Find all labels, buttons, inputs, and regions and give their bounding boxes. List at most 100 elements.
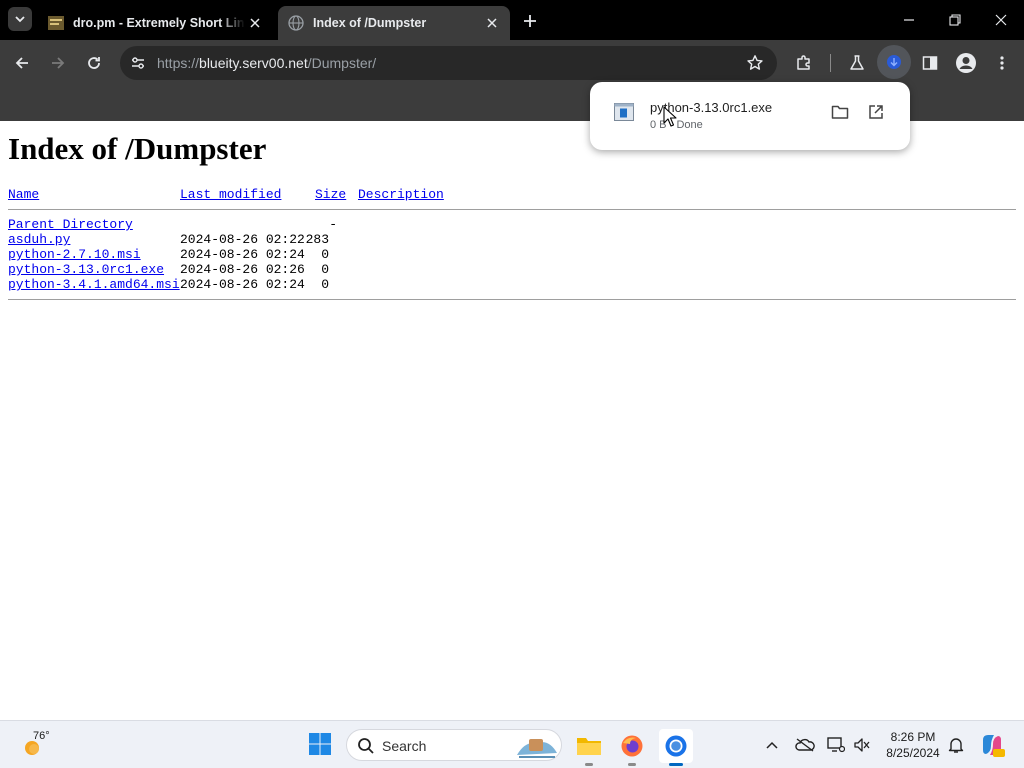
url-scheme: https://: [157, 55, 200, 71]
sort-by-modified-link[interactable]: Last modified: [180, 187, 281, 202]
puzzle-icon: [797, 55, 810, 70]
sort-by-size-link[interactable]: Size: [315, 187, 346, 202]
listing-rows: Parent Directory - asduh.py 2024-08-26 0…: [8, 217, 1016, 292]
minimize-button[interactable]: [895, 6, 923, 34]
windows-logo-icon: [309, 733, 331, 755]
flask-icon: [850, 55, 864, 70]
onedrive-tray-icon[interactable]: [795, 735, 815, 755]
file-size: 0: [321, 262, 329, 277]
sort-by-description-link[interactable]: Description: [358, 187, 444, 202]
copilot-icon: [983, 735, 1005, 757]
reload-button[interactable]: [81, 50, 107, 76]
file-modified: 2024-08-26 02:26: [180, 262, 305, 277]
folder-icon: [831, 105, 849, 119]
file-link[interactable]: python-3.4.1.amd64.msi: [8, 277, 180, 292]
dro-pm-favicon-icon: [48, 16, 64, 30]
file-modified: 2024-08-26 02:22: [180, 232, 305, 247]
bell-icon: [948, 738, 964, 753]
chevron-up-icon: [766, 741, 778, 749]
parent-directory-row: Parent Directory -: [8, 217, 1016, 232]
search-highlight-icon: [517, 739, 557, 758]
file-link[interactable]: asduh.py: [8, 232, 70, 247]
chevron-down-icon: [15, 16, 25, 23]
page-content: Index of /Dumpster Name Last modified Si…: [0, 121, 1024, 720]
side-panel-button[interactable]: [917, 50, 943, 76]
download-icon: [887, 55, 901, 69]
listing-header-row: Name Last modified Size Description: [8, 187, 1016, 202]
exe-file-icon: [614, 103, 634, 121]
search-label: Search: [382, 738, 427, 754]
file-size: 0: [321, 277, 329, 292]
open-external-icon: [869, 105, 883, 119]
minimize-icon: [904, 19, 914, 21]
bookmark-star-icon[interactable]: [745, 53, 765, 73]
avatar-icon: [956, 53, 976, 73]
show-in-folder-button[interactable]: [830, 102, 850, 122]
file-modified: 2024-08-26 02:24: [180, 277, 305, 292]
clock-date: 8/25/2024: [886, 746, 940, 760]
notifications-button[interactable]: [946, 735, 966, 755]
tab-search-button[interactable]: [8, 7, 32, 31]
file-row: python-2.7.10.msi 2024-08-26 02:24 0: [8, 247, 1016, 262]
menu-button[interactable]: [989, 50, 1015, 76]
arrow-left-icon: [15, 57, 28, 69]
weather-temperature: 76°: [33, 730, 50, 742]
network-tray-icon[interactable]: [826, 735, 846, 755]
taskbar-firefox[interactable]: [615, 729, 649, 766]
file-link[interactable]: python-2.7.10.msi: [8, 247, 141, 262]
tab-close-icon[interactable]: [482, 13, 502, 33]
reload-icon: [88, 57, 100, 69]
running-indicator: [585, 763, 593, 766]
download-bubble: python-3.13.0rc1.exe 0 B • Done: [590, 82, 910, 150]
firefox-icon: [621, 735, 643, 757]
forward-button[interactable]: [45, 50, 71, 76]
site-info-icon[interactable]: [128, 53, 148, 73]
plus-icon: [524, 15, 536, 27]
taskbar-file-explorer[interactable]: [572, 729, 606, 766]
parent-directory-link[interactable]: Parent Directory: [8, 217, 133, 232]
open-file-button[interactable]: [866, 102, 886, 122]
labs-button[interactable]: [844, 50, 870, 76]
back-button[interactable]: [9, 50, 35, 76]
windows-taskbar: 76° Search 8:26 PM 8/25/2024: [0, 720, 1024, 768]
page-title: Index of /Dumpster: [8, 131, 267, 166]
speaker-muted-icon: [854, 738, 870, 752]
taskbar-search-box[interactable]: Search: [346, 729, 562, 761]
file-link[interactable]: python-3.13.0rc1.exe: [8, 262, 164, 277]
taskbar-clock[interactable]: 8:26 PM 8/25/2024: [878, 729, 948, 761]
tab-close-icon[interactable]: [245, 13, 265, 33]
weather-widget[interactable]: 76°: [20, 729, 80, 761]
tab-title: Index of /Dumpster: [313, 16, 427, 30]
downloads-button[interactable]: [877, 45, 911, 79]
profile-button[interactable]: [953, 50, 979, 76]
start-button[interactable]: [308, 732, 332, 756]
file-size: 283: [305, 232, 329, 247]
restore-button[interactable]: [941, 6, 969, 34]
arrow-right-icon: [52, 57, 65, 69]
globe-icon: [288, 15, 304, 31]
listing-divider-top: [8, 209, 1016, 210]
address-url: https://blueity.serv00.net/Dumpster/: [157, 55, 376, 71]
copilot-button[interactable]: [979, 732, 1005, 758]
tab-index-of-dumpster[interactable]: Index of /Dumpster: [278, 6, 510, 40]
sort-by-name-link[interactable]: Name: [8, 187, 39, 202]
cloud-offline-icon: [795, 738, 815, 752]
running-indicator: [628, 763, 636, 766]
tab-dro-pm[interactable]: dro.pm - Extremely Short Links: [38, 6, 273, 40]
parent-size: -: [329, 217, 337, 232]
url-host: blueity.serv00.net: [199, 55, 308, 71]
folder-icon: [577, 738, 601, 755]
new-tab-button[interactable]: [518, 9, 542, 33]
close-window-button[interactable]: [987, 6, 1015, 34]
chrome-icon: [665, 735, 687, 757]
extensions-button[interactable]: [791, 50, 817, 76]
toolbar-separator: [830, 54, 831, 72]
side-panel-icon: [922, 56, 938, 70]
active-indicator: [669, 763, 683, 766]
show-hidden-icons-button[interactable]: [762, 735, 782, 755]
volume-tray-icon[interactable]: [852, 735, 872, 755]
tab-title: dro.pm - Extremely Short Links: [73, 16, 245, 30]
taskbar-chrome[interactable]: [659, 729, 693, 766]
address-bar[interactable]: https://blueity.serv00.net/Dumpster/: [120, 46, 777, 80]
listing-divider-bottom: [8, 299, 1016, 300]
